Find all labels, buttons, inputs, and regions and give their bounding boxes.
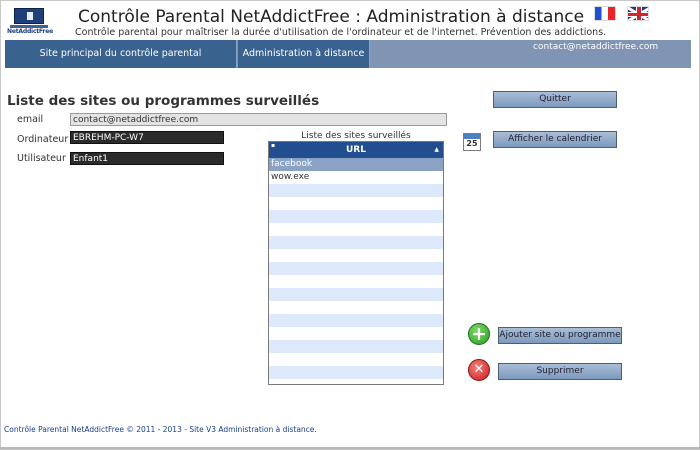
show-calendar-button[interactable]: Afficher le calendrier (493, 131, 617, 148)
list-empty-row[interactable] (269, 340, 443, 353)
list-empty-row[interactable] (269, 249, 443, 262)
list-empty-row[interactable] (269, 275, 443, 288)
list-empty-row[interactable] (269, 262, 443, 275)
quit-button[interactable]: Quitter (493, 91, 617, 108)
list-empty-row[interactable] (269, 366, 443, 379)
user-label: Utilisateur (17, 153, 66, 164)
list-empty-row[interactable] (269, 353, 443, 366)
delete-icon[interactable]: ✕ (468, 359, 490, 381)
list-empty-row[interactable] (269, 288, 443, 301)
bottom-divider (0, 447, 700, 449)
monitored-sites-list[interactable]: ▪ URL ▲ facebook wow.exe (268, 141, 444, 385)
nav-remote-admin-link[interactable]: Administration à distance (238, 40, 370, 68)
nav-main-site-link[interactable]: Site principal du contrôle parental NetA… (5, 40, 237, 86)
list-empty-row[interactable] (269, 210, 443, 223)
footer-text: Contrôle Parental NetAddictFree © 2011 -… (4, 425, 317, 434)
user-field[interactable]: Enfant1 (70, 152, 224, 165)
logo-text: NetAddictFree (7, 28, 53, 35)
app-subtitle: Contrôle parental pour maîtriser la duré… (75, 27, 607, 38)
email-label: email (17, 114, 44, 125)
list-empty-row[interactable] (269, 327, 443, 340)
list-empty-row[interactable] (269, 301, 443, 314)
calendar-icon[interactable]: 25 (463, 133, 481, 151)
uk-flag-icon[interactable] (627, 6, 649, 21)
delete-button[interactable]: Supprimer (498, 363, 622, 380)
computer-field[interactable]: EBREHM-PC-W7 (70, 131, 224, 144)
netaddictfree-logo[interactable]: NetAddictFree (6, 6, 54, 38)
computer-label: Ordinateur (17, 134, 69, 145)
list-empty-row[interactable] (269, 314, 443, 327)
computer-icon (14, 8, 44, 24)
list-caption: Liste des sites surveillés (301, 131, 411, 141)
add-icon[interactable]: + (468, 323, 490, 345)
list-empty-row[interactable] (269, 184, 443, 197)
list-item[interactable]: wow.exe (269, 171, 443, 184)
french-flag-icon[interactable] (594, 6, 616, 21)
page-title: Liste des sites ou programmes surveillés (7, 93, 320, 109)
list-empty-row[interactable] (269, 197, 443, 210)
contact-email-link[interactable]: contact@netaddictfree.com (533, 42, 658, 52)
list-empty-row[interactable] (269, 223, 443, 236)
email-field[interactable]: contact@netaddictfree.com (70, 113, 447, 126)
navigation-bar: Site principal du contrôle parental NetA… (5, 40, 691, 86)
list-empty-row[interactable] (269, 236, 443, 249)
add-site-button[interactable]: Ajouter site ou programme (498, 327, 622, 344)
url-column-header[interactable]: ▪ URL ▲ (269, 142, 443, 158)
app-title: Contrôle Parental NetAddictFree : Admini… (78, 7, 585, 27)
list-item[interactable]: facebook (269, 158, 443, 171)
sort-icon[interactable]: ▲ (434, 142, 439, 158)
